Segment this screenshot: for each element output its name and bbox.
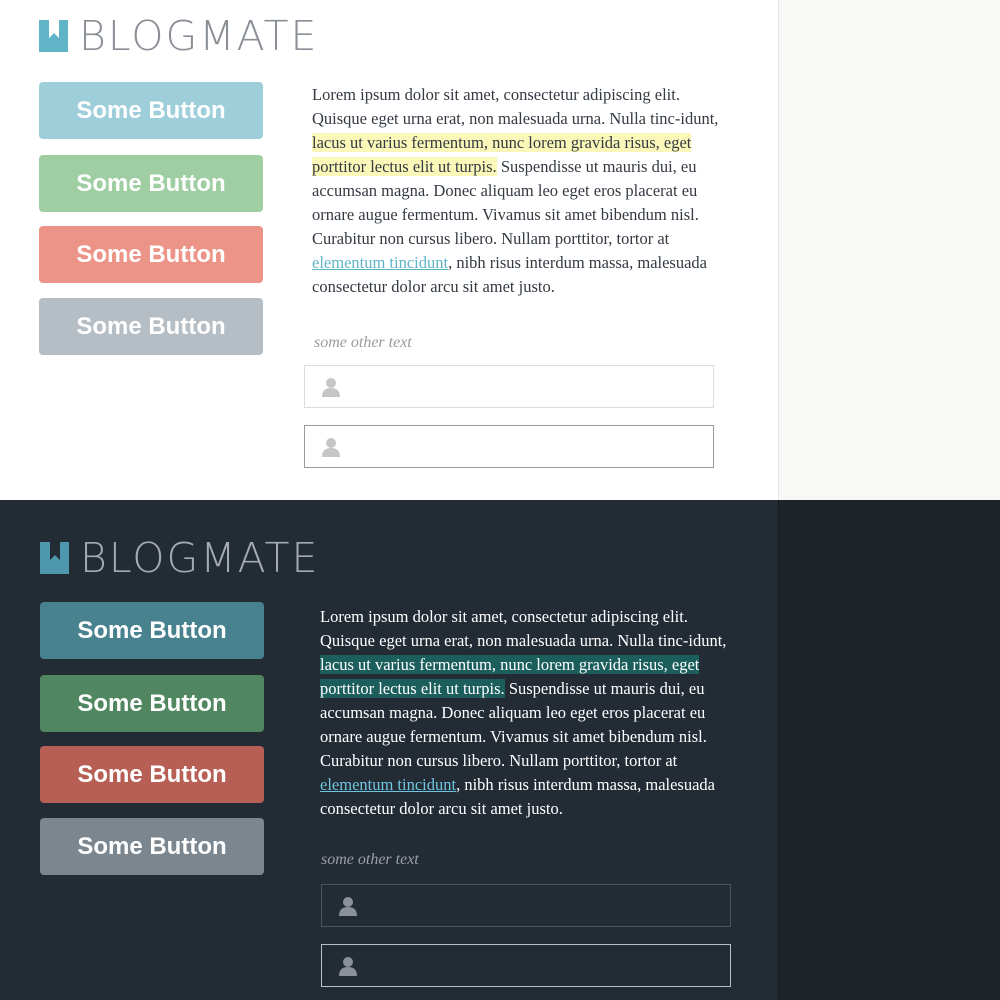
other-text: some other text [314,334,412,351]
light-theme-panel: BLOGMATE Some Button Some Button Some Bu… [0,0,1000,500]
username-field[interactable] [321,884,731,927]
user-icon [338,896,358,916]
user-icon [321,377,341,397]
user-icon [338,956,358,976]
username-field[interactable] [304,365,714,408]
logo-wordmark: BLOGMATE [79,12,319,60]
username-field-focused[interactable] [321,944,731,987]
username-input[interactable] [349,366,713,407]
red-button[interactable]: Some Button [39,226,263,283]
logo[interactable]: BLOGMATE [39,12,319,60]
other-text: some other text [321,851,419,868]
right-sidebar [778,0,1000,500]
logo-wordmark: BLOGMATE [80,534,320,582]
green-button[interactable]: Some Button [40,675,264,732]
body-paragraph: Lorem ipsum dolor sit amet, consectetur … [320,605,732,821]
dark-theme-panel: BLOGMATE Some Button Some Button Some Bu… [0,500,1000,1000]
bookmark-logo-icon [40,542,69,574]
right-sidebar [778,500,1000,1000]
bookmark-logo-icon [39,20,68,52]
gray-button[interactable]: Some Button [40,818,264,875]
paragraph-text: Lorem ipsum dolor sit amet, consectetur … [320,607,727,650]
user-icon [321,437,341,457]
gray-button[interactable]: Some Button [39,298,263,355]
username-input[interactable] [349,426,713,467]
red-button[interactable]: Some Button [40,746,264,803]
green-button[interactable]: Some Button [39,155,263,212]
logo[interactable]: BLOGMATE [40,534,320,582]
username-input[interactable] [366,945,730,986]
blue-button[interactable]: Some Button [40,602,264,659]
body-paragraph: Lorem ipsum dolor sit amet, consectetur … [312,83,722,299]
blue-button[interactable]: Some Button [39,82,263,139]
username-input[interactable] [366,885,730,926]
inline-link[interactable]: elementum tincidunt [312,253,448,272]
username-field-focused[interactable] [304,425,714,468]
inline-link[interactable]: elementum tincidunt [320,775,456,794]
paragraph-text: Lorem ipsum dolor sit amet, consectetur … [312,85,719,128]
